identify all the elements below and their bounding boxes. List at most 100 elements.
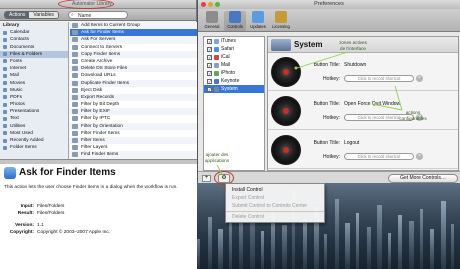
minimize-button[interactable] [208, 2, 213, 7]
library-item-label: Fonts [10, 58, 22, 64]
toolbar-controls[interactable]: Controls [224, 11, 246, 31]
toolbar-general[interactable]: General [201, 11, 223, 29]
toolbar-licensing[interactable]: Licensing [270, 11, 292, 29]
library-item-label: Mail [10, 73, 19, 79]
library-item-label: Most Used [10, 130, 33, 136]
tab-variables[interactable]: Variables [29, 12, 58, 18]
action-item[interactable]: Copy Finder Items [70, 50, 197, 58]
action-item[interactable]: Filter by Orientation [70, 122, 197, 130]
button-title-value[interactable]: Shutdown [344, 62, 366, 68]
button-title-value[interactable]: Open Force Quit Window [344, 101, 400, 107]
control-item[interactable]: ✓ Safari [204, 45, 264, 53]
enabled-checkbox[interactable]: ✓ [207, 70, 212, 76]
library-item[interactable]: Text [0, 115, 68, 122]
action-item[interactable]: Connect to Servers [70, 44, 197, 51]
action-item-label: Filter by IPTC [81, 116, 111, 122]
library-item[interactable]: Folder Items [0, 144, 68, 151]
action-item[interactable]: Ask for Finder Items [70, 29, 197, 37]
menu-separator [226, 211, 324, 212]
library-item[interactable]: Mail [0, 72, 68, 79]
preferences-bottom-bar: + − ⚙ Get More Controls… [198, 171, 460, 185]
add-control-button[interactable]: + [202, 175, 211, 182]
action-item[interactable]: Add Items to Current Group [70, 22, 197, 30]
action-item-label: Duplicate Finder Items [81, 80, 129, 86]
tab-actions[interactable]: Actions [5, 12, 30, 18]
control-disc-icon[interactable] [271, 57, 301, 87]
library-item[interactable]: Music [0, 87, 68, 94]
library-item[interactable]: Calendar [0, 29, 68, 36]
action-item[interactable]: Ask For Servers [70, 36, 197, 44]
library-item[interactable]: Fonts [0, 58, 68, 65]
control-item-label: Keynote [221, 78, 240, 84]
folder-icon [3, 138, 7, 143]
library-item[interactable]: Utilities [0, 123, 68, 130]
control-item[interactable]: ✓ iCal [204, 53, 264, 61]
control-item-label: Mail [221, 62, 231, 68]
get-more-controls-button[interactable]: Get More Controls… [388, 174, 458, 183]
action-item[interactable]: Export Records [70, 93, 197, 102]
control-item[interactable]: ✓ Keynote [204, 77, 264, 85]
close-button[interactable] [201, 2, 206, 7]
finder-icon [72, 51, 78, 57]
library-item[interactable]: Internet [0, 65, 68, 72]
library-item[interactable]: Photos [0, 101, 68, 108]
enabled-checkbox[interactable]: ✓ [207, 54, 212, 60]
control-item[interactable]: ✓ iTunes [204, 37, 264, 45]
clear-hotkey-button[interactable]: × [416, 153, 423, 160]
control-disc-icon[interactable] [271, 96, 301, 126]
button-title-value[interactable]: Logout [344, 140, 359, 146]
skyline-tower [377, 205, 383, 269]
control-item[interactable]: ✓ iPhoto [204, 69, 264, 77]
action-item[interactable]: Delete DS Store Files [70, 65, 197, 73]
library-item[interactable]: Files & Folders [0, 50, 68, 58]
action-item[interactable]: Filter by Bit Depth [70, 101, 197, 108]
skyline-tower [324, 234, 328, 269]
description-text: This action lets the user choose Finder … [4, 185, 178, 190]
library-item-label: Calendar [10, 30, 30, 36]
action-item[interactable]: Filter by IPTC [70, 115, 197, 122]
hotkey-record-field[interactable]: Click to record shortcut [344, 153, 414, 160]
action-item[interactable]: Download URLs [70, 72, 197, 79]
hotkey-label: Hotkey: [323, 76, 340, 82]
finder-icon [72, 94, 78, 100]
enabled-checkbox[interactable]: ✓ [207, 46, 212, 52]
control-item[interactable]: ✓ Mail [204, 61, 264, 69]
action-item[interactable]: Create Archive [70, 58, 197, 65]
action-item-label: Ask for Finder Items [81, 30, 124, 36]
action-item[interactable]: Find Finder Items [70, 151, 197, 159]
toolbar-label: Controls [227, 24, 243, 29]
control-detail-pane: System Button Title: Shutdown Hotkey: Click… [267, 36, 459, 171]
enabled-checkbox[interactable]: ✓ [207, 62, 212, 68]
action-item[interactable]: Filter Finder Items [70, 130, 197, 137]
library-item[interactable]: Most Used [0, 130, 68, 137]
library-item[interactable]: PDFs [0, 94, 68, 101]
folder-icon [3, 109, 7, 114]
enabled-checkbox[interactable]: ✓ [207, 86, 212, 92]
library-item[interactable]: Library [0, 22, 68, 29]
library-item-label: Folder Items [10, 145, 37, 151]
action-item[interactable]: Filter by EXIF [70, 108, 197, 116]
clear-hotkey-button[interactable]: × [416, 75, 423, 82]
action-item[interactable]: Filter Items [70, 137, 197, 145]
library-item[interactable]: Contacts [0, 36, 68, 43]
action-item[interactable]: Filter Layers [70, 144, 197, 151]
menu-item[interactable]: Install Control [226, 186, 324, 194]
library-item[interactable]: Movies [0, 80, 68, 87]
action-item[interactable]: Eject Disk [70, 87, 197, 94]
control-disc-icon[interactable] [271, 135, 301, 165]
enabled-checkbox[interactable]: ✓ [207, 38, 212, 44]
library-item[interactable]: Presentations [0, 108, 68, 115]
red-dot-marker [283, 147, 289, 153]
search-input[interactable]: ⌕ Name [68, 11, 128, 19]
folder-icon [3, 116, 7, 121]
hotkey-record-field[interactable]: Click to record shortcut [344, 75, 414, 82]
action-item-label: Filter Layers [81, 145, 108, 151]
action-item-label: Connect to Servers [81, 44, 123, 50]
action-item[interactable]: Duplicate Finder Items [70, 79, 197, 87]
enabled-checkbox[interactable]: ✓ [207, 78, 212, 84]
toolbar-updates[interactable]: Updates [247, 11, 269, 29]
zoom-button[interactable] [215, 2, 220, 7]
library-item[interactable]: Recently Added [0, 137, 68, 144]
library-item[interactable]: Documents [0, 44, 68, 51]
control-item[interactable]: ✓ System [204, 85, 264, 93]
